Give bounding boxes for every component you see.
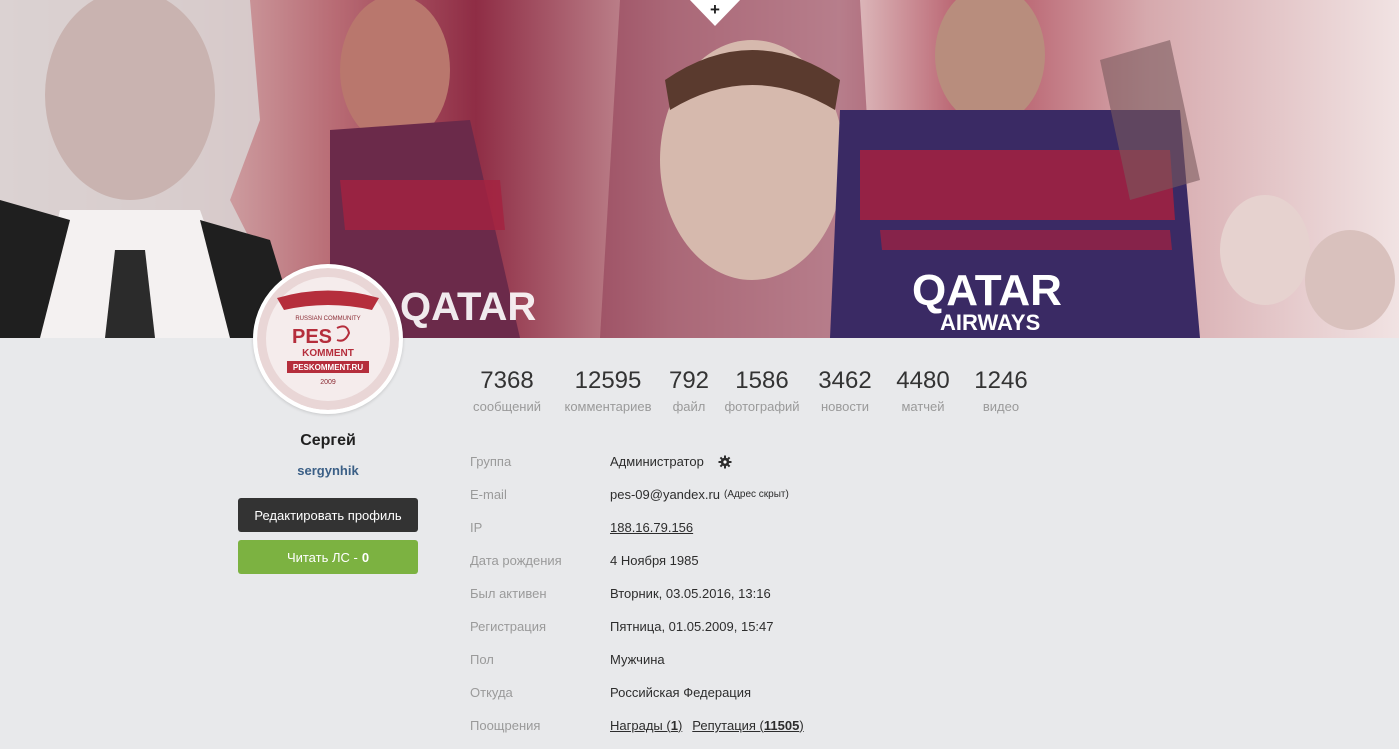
- info-key: Был активен: [470, 586, 547, 601]
- info-row-ip: IP 188.16.79.156: [470, 511, 1070, 544]
- info-value: Пятница, 01.05.2009, 15:47: [610, 619, 774, 634]
- stat-label: видео: [982, 399, 1020, 414]
- user-login-link[interactable]: sergynhik: [238, 463, 418, 478]
- info-row-sex: Пол Мужчина: [470, 643, 1070, 676]
- stat-label: комментариев: [564, 399, 652, 414]
- cover-photo: QATAR AIRWAYS QATAR: [0, 0, 1395, 338]
- plus-icon: +: [710, 0, 720, 19]
- info-row-email: E-mail pes-09@yandex.ru (Адрес скрыт): [470, 478, 1070, 511]
- info-key: IP: [470, 520, 483, 535]
- reputation-label: Репутация (: [692, 718, 764, 733]
- stat-label: матчей: [901, 399, 945, 414]
- info-value: Администратор: [610, 454, 704, 469]
- info-value: Вторник, 03.05.2016, 13:16: [610, 586, 771, 601]
- info-key: Группа: [470, 454, 512, 469]
- reputation-count: 11505: [763, 718, 800, 733]
- sponsor-text: QATAR: [912, 266, 1062, 315]
- awards-label: Награды (: [610, 718, 671, 733]
- info-row-group: Группа Администратор: [470, 445, 1070, 478]
- info-key: Пол: [470, 652, 494, 667]
- info-row-birthdate: Дата рождения 4 Ноября 1985: [470, 544, 1070, 577]
- info-value: pes-09@yandex.ru: [610, 487, 721, 502]
- profile-stats: 7368 сообщений 12595 комментариев 792 фа…: [462, 366, 1044, 422]
- logo-top-text: RUSSIAN COMMUNITY: [295, 316, 360, 322]
- info-key: Регистрация: [470, 619, 546, 634]
- edit-profile-button[interactable]: Редактировать профиль: [238, 498, 418, 532]
- info-key: Откуда: [470, 685, 513, 700]
- info-key: E-mail: [470, 487, 507, 502]
- avatar[interactable]: RUSSIAN COMMUNITY PES KOMMENT PESKOMMENT…: [253, 264, 403, 414]
- stat-value: 4480: [896, 367, 950, 394]
- stat-value: 792: [668, 367, 710, 394]
- stat-label: фотографий: [724, 399, 800, 414]
- stat-files[interactable]: 792 файл: [664, 366, 714, 422]
- stat-comments[interactable]: 12595 комментариев: [560, 366, 656, 422]
- stat-photos[interactable]: 1586 фотографий: [722, 366, 802, 422]
- profile-info-table: Группа Администратор E-mail pes-09@yande…: [470, 445, 1070, 742]
- stat-messages[interactable]: 7368 сообщений: [462, 366, 552, 422]
- ip-link[interactable]: 188.16.79.156: [610, 520, 693, 535]
- stat-videos[interactable]: 1246 видео: [966, 366, 1036, 422]
- logo-sub-text: KOMMENT: [302, 348, 354, 359]
- logo-main-text: PES: [292, 326, 332, 348]
- stat-matches[interactable]: 4480 матчей: [888, 366, 958, 422]
- avatar-logo: RUSSIAN COMMUNITY PES KOMMENT PESKOMMENT…: [257, 268, 399, 410]
- profile-cover: QATAR AIRWAYS QATAR +: [0, 0, 1399, 338]
- stat-value: 1586: [735, 367, 789, 394]
- edit-profile-label: Редактировать профиль: [254, 507, 402, 523]
- logo-site-text: PESKOMMENT.RU: [293, 363, 363, 372]
- awards-count: 1: [670, 718, 678, 733]
- logo-year-text: 2009: [320, 379, 336, 386]
- stat-label: новости: [820, 399, 870, 414]
- user-name: Сергей: [300, 432, 356, 449]
- info-row-rewards: Поощрения Награды (1) Репутация (11505): [470, 709, 1070, 742]
- read-pm-label: Читать ЛС -: [286, 549, 358, 565]
- stat-value: 7368: [480, 367, 534, 394]
- info-row-registration: Регистрация Пятница, 01.05.2009, 15:47: [470, 610, 1070, 643]
- info-value: Мужчина: [610, 652, 665, 667]
- gear-icon[interactable]: [718, 455, 732, 469]
- stat-label: файл: [672, 399, 706, 414]
- reputation-close: ): [799, 718, 804, 733]
- sponsor-subtext: AIRWAYS: [940, 310, 1040, 335]
- awards-close: ): [677, 718, 683, 733]
- svg-text:QATAR: QATAR: [400, 285, 536, 329]
- info-key: Дата рождения: [470, 553, 562, 568]
- stat-value: 1246: [974, 367, 1028, 394]
- info-row-location: Откуда Российская Федерация: [470, 676, 1070, 709]
- info-value: Российская Федерация: [610, 685, 752, 700]
- info-row-last-active: Был активен Вторник, 03.05.2016, 13:16: [470, 577, 1070, 610]
- pm-count: 0: [361, 549, 370, 565]
- read-pm-button[interactable]: Читать ЛС - 0: [238, 540, 418, 574]
- info-value: 4 Ноября 1985: [610, 553, 699, 568]
- stat-value: 12595: [574, 367, 642, 394]
- reputation-link[interactable]: Репутация (11505): [692, 718, 803, 733]
- email-hidden-note: (Адрес скрыт): [724, 489, 789, 500]
- add-cover-button[interactable]: +: [688, 0, 742, 26]
- info-key: Поощрения: [470, 718, 541, 733]
- stat-news[interactable]: 3462 новости: [810, 366, 880, 422]
- stat-value: 3462: [818, 367, 872, 394]
- stat-label: сообщений: [472, 399, 542, 414]
- awards-link[interactable]: Награды (1): [610, 718, 682, 733]
